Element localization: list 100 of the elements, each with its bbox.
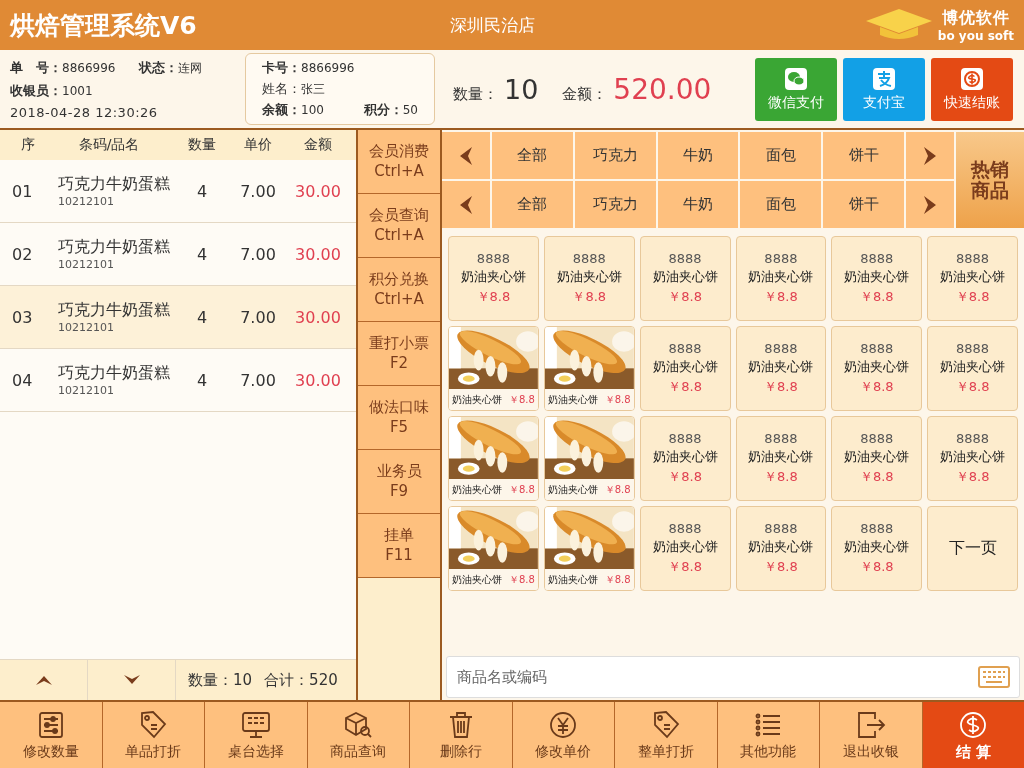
status-value: 连网 xyxy=(178,59,203,77)
category-tab[interactable]: 饼干 xyxy=(823,132,904,179)
product-tile[interactable]: 8888 奶油夹心饼 ￥8.8 xyxy=(831,416,923,501)
category-tab[interactable]: 面包 xyxy=(740,132,822,179)
quantity-cell-text: 4 xyxy=(195,307,209,327)
product-tile[interactable]: 奶油夹心饼 ￥8.8 xyxy=(448,326,539,411)
quantity-label: 数量： xyxy=(453,84,498,104)
product-tile[interactable]: 8888 奶油夹心饼 ￥8.8 xyxy=(927,416,1018,501)
product-code: 10212101 xyxy=(58,384,115,397)
product-tile[interactable]: 8888 奶油夹心饼 ￥8.8 xyxy=(735,236,827,321)
previous-button[interactable] xyxy=(442,132,490,179)
product-tile[interactable]: 奶油夹心饼 ￥8.8 xyxy=(448,506,539,591)
field-label: 姓名： xyxy=(262,80,301,98)
product-tile[interactable]: 8888 奶油夹心饼 ￥8.8 xyxy=(927,236,1018,321)
right-arrow-icon xyxy=(924,195,936,214)
product-tile[interactable]: 8888 奶油夹心饼 ￥8.8 xyxy=(735,416,827,501)
store-name: 深圳民治店 xyxy=(450,14,535,37)
hot-products-button[interactable]: 热销商品 xyxy=(956,132,1024,228)
function-button[interactable]: 业务员 F9 xyxy=(358,450,440,514)
price-cell-text: 7.00 xyxy=(239,181,277,201)
product-name: 奶油夹心饼 xyxy=(547,482,598,497)
amount-cell-text: 30.00 xyxy=(294,244,342,264)
member-name: 张三 xyxy=(301,81,325,98)
price-cell-text: 7.00 xyxy=(239,307,277,327)
category-tab[interactable]: 牛奶 xyxy=(657,181,739,228)
product-tile[interactable]: 8888 奶油夹心饼 ￥8.8 xyxy=(543,236,635,321)
product-name: 巧克力牛奶蛋糕 xyxy=(58,174,171,195)
product-tile[interactable]: 8888 奶油夹心饼 ￥8.8 xyxy=(639,416,731,501)
product-code: 10212101 xyxy=(58,321,115,334)
function-button[interactable]: 挂单 F11 xyxy=(358,514,440,578)
product-tile[interactable]: 8888 奶油夹心饼 ￥8.8 xyxy=(448,236,539,321)
product-tile[interactable]: 8888 奶油夹心饼 ￥8.8 xyxy=(831,236,923,321)
order-row[interactable]: 03 巧克力牛奶蛋糕 10212101 4 7.00 30.00 xyxy=(0,286,356,349)
amount-cell-text: 30.00 xyxy=(294,307,342,327)
field-label: 卡号： xyxy=(262,59,301,78)
left-arrow-icon xyxy=(460,195,472,214)
total-summary: 合计：520 xyxy=(264,670,338,690)
function-button[interactable]: 会员消费 Ctrl+A xyxy=(358,130,440,194)
function-button[interactable]: 重打小票 F2 xyxy=(358,322,440,386)
product-name: 巧克力牛奶蛋糕 xyxy=(58,300,171,321)
product-price: ￥8.8 xyxy=(604,392,631,407)
category-tab[interactable]: 牛奶 xyxy=(657,132,739,179)
column-header: 序 xyxy=(20,136,36,154)
product-tile[interactable]: 8888 奶油夹心饼 ￥8.8 xyxy=(639,506,731,591)
brand-name: 博优软件 xyxy=(941,7,1010,29)
category-tab[interactable]: 全部 xyxy=(492,132,573,179)
product-tile[interactable]: 8888 奶油夹心饼 ￥8.8 xyxy=(735,326,827,411)
previous-button[interactable] xyxy=(442,181,490,228)
column-header: 金额 xyxy=(303,136,333,154)
checkout-button[interactable]: 结 算 xyxy=(922,702,1024,768)
category-tab[interactable]: 全部 xyxy=(492,181,573,228)
amount-cell-text: 30.00 xyxy=(294,370,342,390)
price-cell-text: 7.00 xyxy=(239,244,277,264)
quantity-value: 10 xyxy=(504,73,539,105)
price-cell-text: 7.00 xyxy=(239,370,277,390)
product-tile[interactable]: 8888 奶油夹心饼 ￥8.8 xyxy=(831,506,923,591)
amount-value: 520.00 xyxy=(613,72,712,106)
amount-label: 金额： xyxy=(562,84,608,104)
dollar-icon xyxy=(960,66,984,91)
column-header: 数量 xyxy=(187,136,217,154)
right-arrow-icon xyxy=(924,146,936,165)
search-field[interactable]: 商品名或编码 xyxy=(446,656,1020,698)
app-title: 烘焙管理系统V6 xyxy=(10,9,197,42)
category-tab[interactable]: 面包 xyxy=(740,181,822,228)
row-number: 01 xyxy=(11,181,34,201)
product-tile[interactable]: 奶油夹心饼 ￥8.8 xyxy=(448,416,539,501)
column-header: 条码/品名 xyxy=(77,136,141,154)
product-tile[interactable]: 奶油夹心饼 ￥8.8 xyxy=(543,326,635,411)
quantity-cell-text: 4 xyxy=(195,370,209,390)
function-button[interactable]: 积分兑换 Ctrl+A xyxy=(358,258,440,322)
category-tab[interactable]: 巧克力 xyxy=(574,181,656,228)
product-tile[interactable]: 8888 奶油夹心饼 ￥8.8 xyxy=(735,506,827,591)
product-tile[interactable]: 奶油夹心饼 ￥8.8 xyxy=(543,416,635,501)
product-name: 奶油夹心饼 xyxy=(452,482,502,497)
product-tile[interactable]: 8888 奶油夹心饼 ￥8.8 xyxy=(927,326,1018,411)
product-tile[interactable]: 8888 奶油夹心饼 ￥8.8 xyxy=(639,236,731,321)
function-button[interactable]: 会员查询 Ctrl+A xyxy=(358,194,440,258)
column-header: 单价 xyxy=(243,136,273,154)
brand-subtitle: bo you soft xyxy=(937,28,1014,43)
quick-checkout-button[interactable]: 快速结账 xyxy=(931,57,1013,121)
function-button[interactable]: 做法口味 F5 xyxy=(358,386,440,450)
next-button[interactable] xyxy=(906,181,954,228)
product-tile[interactable]: 奶油夹心饼 ￥8.8 xyxy=(543,506,635,591)
points-value: 50 xyxy=(402,102,418,117)
next-page-button[interactable]: 下一页 xyxy=(927,506,1018,591)
next-button[interactable] xyxy=(906,132,954,179)
category-tab[interactable]: 饼干 xyxy=(823,181,904,228)
category-tab[interactable]: 巧克力 xyxy=(574,132,656,179)
product-price: ￥8.8 xyxy=(604,572,631,587)
card-number: 8866996 xyxy=(301,61,355,76)
field-label: 单 号： xyxy=(10,58,62,77)
product-tile[interactable]: 8888 奶油夹心饼 ￥8.8 xyxy=(639,326,731,411)
product-name: 巧克力牛奶蛋糕 xyxy=(58,237,171,258)
up-arrow-icon xyxy=(35,675,52,685)
left-arrow-icon xyxy=(460,146,472,165)
product-name: 奶油夹心饼 xyxy=(452,392,502,407)
product-price: ￥8.8 xyxy=(604,482,631,497)
alipay-icon xyxy=(872,66,896,91)
product-tile[interactable]: 8888 奶油夹心饼 ￥8.8 xyxy=(831,326,923,411)
cashier-value: 1001 xyxy=(62,83,93,98)
